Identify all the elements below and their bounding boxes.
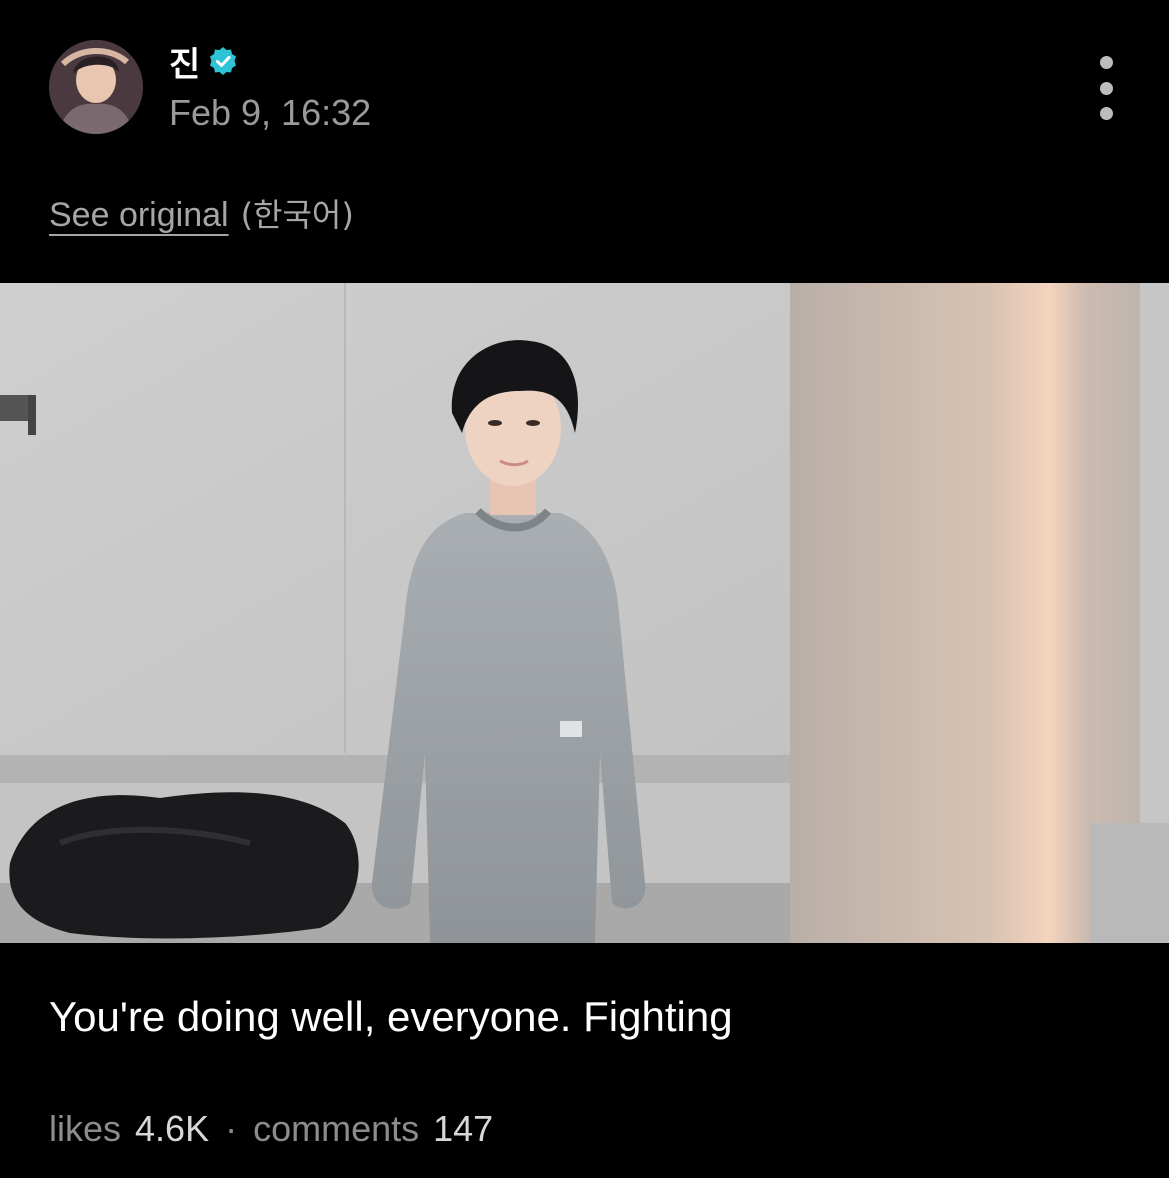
likes-label[interactable]: likes [49, 1108, 121, 1150]
author-row: 진 [169, 37, 238, 86]
post-stats: likes 4.6K · comments 147 [49, 1108, 493, 1150]
more-vertical-icon [1099, 56, 1113, 69]
comments-label[interactable]: comments [253, 1108, 419, 1150]
original-language-label: (한국어) [240, 196, 354, 234]
stats-separator: · [225, 1108, 238, 1149]
post-header: 진 Feb 9, 16:32 [0, 0, 1169, 160]
more-vertical-icon-dot [1099, 81, 1113, 95]
post-timestamp: Feb 9, 16:32 [169, 92, 372, 133]
comments-count[interactable]: 147 [433, 1108, 493, 1150]
translation-row: See original (한국어) [49, 190, 354, 236]
verified-badge-icon [210, 47, 237, 75]
author-avatar[interactable] [49, 40, 143, 134]
post-caption: You're doing well, everyone. Fighting [49, 993, 733, 1040]
more-vertical-icon-dot [1099, 107, 1113, 120]
see-original-link[interactable]: See original [49, 196, 229, 235]
post-photo[interactable] [0, 283, 1169, 943]
more-options-button[interactable] [1089, 56, 1123, 120]
author-name[interactable]: 진 [169, 37, 200, 86]
likes-count[interactable]: 4.6K [135, 1108, 209, 1150]
